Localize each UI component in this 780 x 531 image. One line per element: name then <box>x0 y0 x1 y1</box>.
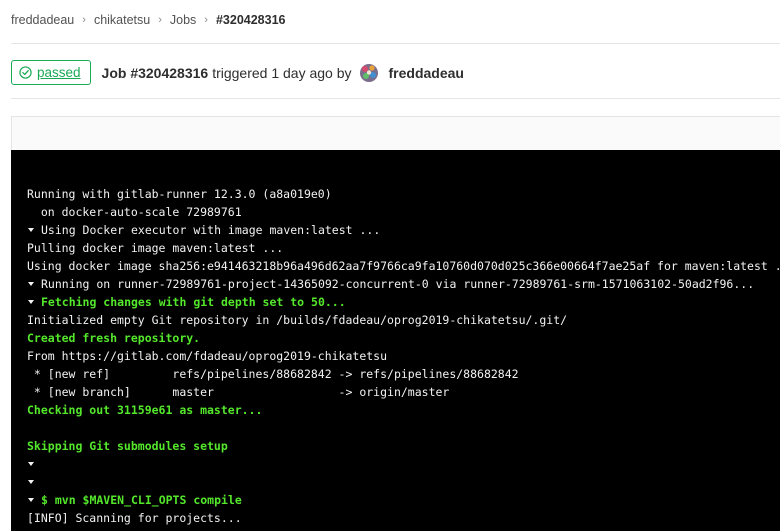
log-line-text: [INFO] Scanning for projects... <box>27 511 242 525</box>
log-line-text: Running with gitlab-runner 12.3.0 (a8a01… <box>27 187 332 201</box>
chevron-right-icon: › <box>82 14 86 26</box>
log-section-header[interactable]: Using Docker executor with image maven:l… <box>27 221 780 239</box>
breadcrumb-current-job[interactable]: #320428316 <box>216 13 286 27</box>
job-log[interactable]: Running with gitlab-runner 12.3.0 (a8a01… <box>11 150 780 531</box>
log-line: * [new branch] master -> origin/master <box>27 383 780 401</box>
log-line-text: Skipping Git submodules setup <box>27 439 228 453</box>
breadcrumb-link-project[interactable]: chikatetsu <box>94 13 150 27</box>
log-line-text: Running on runner-72989761-project-14365… <box>41 277 755 291</box>
log-line: From https://gitlab.com/fdadeau/oprog201… <box>27 347 780 365</box>
caret-down-icon[interactable] <box>28 299 34 304</box>
caret-down-icon[interactable] <box>28 227 34 232</box>
breadcrumb: freddadeau › chikatetsu › Jobs › #320428… <box>11 12 286 28</box>
log-line-text: Using docker image sha256:e941463218b96a… <box>27 259 780 273</box>
log-line-text: From https://gitlab.com/fdadeau/oprog201… <box>27 349 388 363</box>
log-section-header[interactable]: $ mvn $MAVEN_CLI_OPTS compile <box>27 491 780 509</box>
log-line: [INFO] Scanning for projects... <box>27 509 780 527</box>
chevron-right-icon: › <box>158 14 162 26</box>
log-line: * [new ref] refs/pipelines/88682842 -> r… <box>27 365 780 383</box>
log-section-header[interactable] <box>27 473 780 491</box>
log-line-text: Using Docker executor with image maven:l… <box>41 223 381 237</box>
job-title: Job #320428316 <box>101 64 209 81</box>
status-label: passed <box>37 65 81 80</box>
log-line-text: Created fresh repository. <box>27 331 201 345</box>
caret-down-icon[interactable] <box>28 281 34 286</box>
log-line: Using docker image sha256:e941463218b96a… <box>27 257 780 275</box>
divider <box>11 43 780 44</box>
log-section-header[interactable] <box>27 455 780 473</box>
log-line: Checking out 31159e61 as master... <box>27 401 780 419</box>
log-line-text: on docker-auto-scale 72989761 <box>27 205 242 219</box>
caret-down-icon[interactable] <box>28 461 34 466</box>
log-section-header[interactable]: Fetching changes with git depth set to 5… <box>27 293 780 311</box>
triggered-text: triggered 1 day ago by <box>212 64 352 81</box>
job-header: passed Job #320428316 triggered 1 day ag… <box>11 60 464 85</box>
job-log-lines: Running with gitlab-runner 12.3.0 (a8a01… <box>27 185 780 527</box>
log-line: Created fresh repository. <box>27 329 780 347</box>
log-line: Running with gitlab-runner 12.3.0 (a8a01… <box>27 185 780 203</box>
job-log-top-bar <box>11 116 780 150</box>
check-circle-icon <box>19 66 32 79</box>
breadcrumb-link-jobs[interactable]: Jobs <box>170 13 196 27</box>
log-section-header[interactable]: Running on runner-72989761-project-14365… <box>27 275 780 293</box>
breadcrumb-link-user[interactable]: freddadeau <box>11 13 74 27</box>
log-line: Pulling docker image maven:latest ... <box>27 239 780 257</box>
log-line-text: Fetching changes with git depth set to 5… <box>41 295 346 309</box>
log-line-text: * [new ref] refs/pipelines/88682842 -> r… <box>27 367 519 381</box>
avatar[interactable] <box>359 63 378 82</box>
author-link[interactable]: freddadeau <box>389 65 464 81</box>
divider <box>11 98 780 99</box>
avatar-image-icon <box>359 63 378 82</box>
log-line: on docker-auto-scale 72989761 <box>27 203 780 221</box>
log-line: Initialized empty Git repository in /bui… <box>27 311 780 329</box>
log-line: Skipping Git submodules setup <box>27 437 780 455</box>
caret-down-icon[interactable] <box>28 479 34 484</box>
status-badge[interactable]: passed <box>11 60 91 85</box>
log-line-text: Pulling docker image maven:latest ... <box>27 241 284 255</box>
log-line-text: * [new branch] master -> origin/master <box>27 385 450 399</box>
log-line-text: Initialized empty Git repository in /bui… <box>27 313 568 327</box>
caret-down-icon[interactable] <box>28 497 34 502</box>
chevron-right-icon: › <box>204 14 208 26</box>
log-line-text: $ mvn $MAVEN_CLI_OPTS compile <box>41 493 242 507</box>
log-line-text: Checking out 31159e61 as master... <box>27 403 263 417</box>
